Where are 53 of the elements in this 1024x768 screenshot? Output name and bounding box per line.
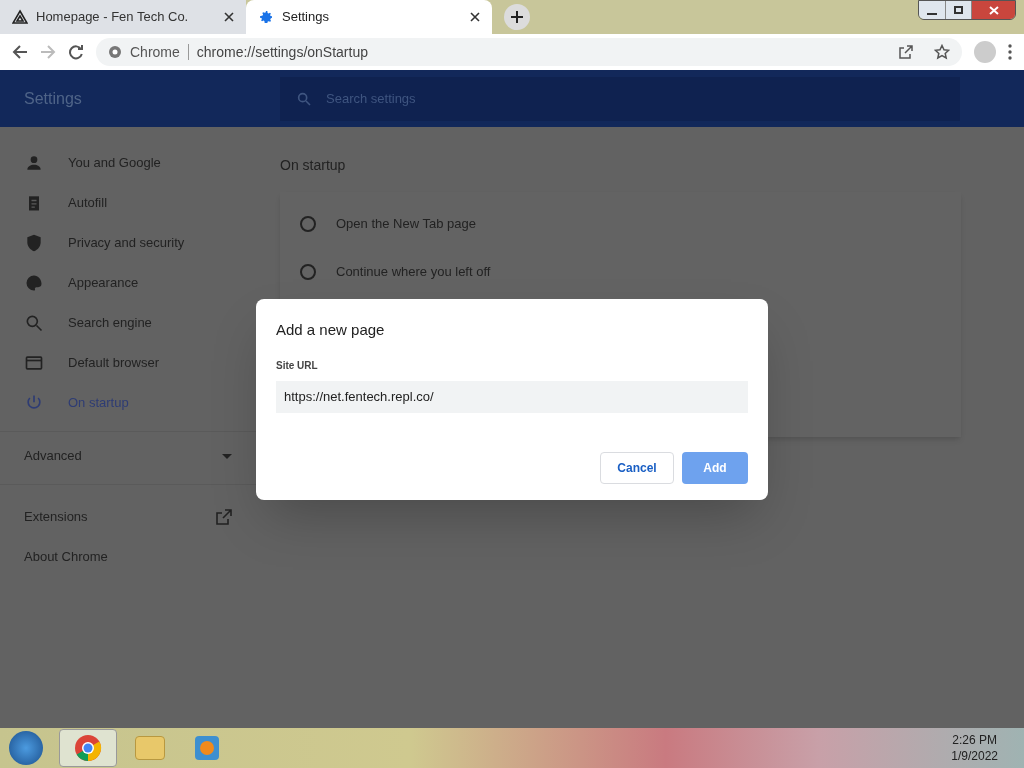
- about-link[interactable]: About Chrome: [0, 537, 256, 577]
- sidebar-item[interactable]: Autofill: [0, 183, 256, 223]
- back-icon[interactable]: [12, 44, 28, 60]
- url-input-field[interactable]: https://net.fentech.repl.co/: [276, 380, 748, 413]
- chrome-taskbar-button[interactable]: [59, 729, 117, 767]
- reload-icon[interactable]: [68, 44, 84, 60]
- close-icon: [988, 5, 999, 15]
- radio-button[interactable]: [300, 216, 316, 232]
- radio-button[interactable]: [300, 264, 316, 280]
- cancel-button[interactable]: Cancel: [600, 452, 674, 484]
- browser-tab[interactable]: Settings: [246, 0, 492, 34]
- caret-icon: [222, 453, 232, 459]
- minimize-button[interactable]: [919, 1, 945, 19]
- radio-option[interactable]: Continue where you left off: [280, 248, 961, 296]
- sidebar-item[interactable]: Privacy and security: [0, 223, 256, 263]
- shield-icon: [24, 233, 44, 253]
- clock-time: 2:26 PM: [952, 732, 997, 748]
- chrome-logo-icon: [74, 734, 102, 762]
- star-icon[interactable]: [934, 44, 950, 60]
- restore-button[interactable]: [945, 1, 971, 19]
- advanced-toggle[interactable]: Advanced: [0, 440, 256, 472]
- close-icon[interactable]: [224, 12, 234, 22]
- search-icon: [24, 313, 44, 333]
- chrome-logo-icon: [108, 45, 122, 59]
- sidebar-item[interactable]: Search engine: [0, 303, 256, 343]
- field-label: Site URL: [276, 358, 319, 373]
- sidebar-item[interactable]: Default browser: [0, 343, 256, 383]
- new-tab-button[interactable]: [504, 4, 530, 30]
- menu-icon[interactable]: [1008, 44, 1012, 60]
- sidebar-item[interactable]: Appearance: [0, 263, 256, 303]
- close-button[interactable]: [971, 1, 1015, 19]
- browser-tab[interactable]: Homepage - Fen Tech Co.: [0, 0, 246, 34]
- close-icon[interactable]: [470, 12, 480, 22]
- section-title: On startup: [280, 156, 347, 175]
- add-button[interactable]: Add: [682, 452, 748, 484]
- external-link-icon: [216, 509, 232, 525]
- triangle-logo-icon: [12, 9, 28, 25]
- settings-title: Settings: [23, 88, 83, 109]
- address-bar[interactable]: Chrome chrome://settings/onStartup: [96, 38, 962, 66]
- plus-icon: [510, 10, 524, 24]
- extensions-link[interactable]: Extensions: [0, 497, 256, 537]
- url-text: chrome://settings/onStartup: [196, 42, 369, 62]
- person-icon: [24, 153, 44, 173]
- share-icon[interactable]: [898, 44, 914, 60]
- start-button[interactable]: [9, 731, 43, 765]
- browser-icon: [24, 353, 44, 373]
- sidebar-item[interactable]: You and Google: [0, 143, 256, 183]
- palette-icon: [24, 273, 44, 293]
- gear-icon: [258, 9, 274, 25]
- site-label: Chrome: [130, 42, 180, 62]
- radio-option[interactable]: Open the New Tab page: [280, 200, 961, 248]
- clock-date: 1/9/2022: [951, 748, 998, 764]
- dialog-title: Add a new page: [276, 320, 386, 340]
